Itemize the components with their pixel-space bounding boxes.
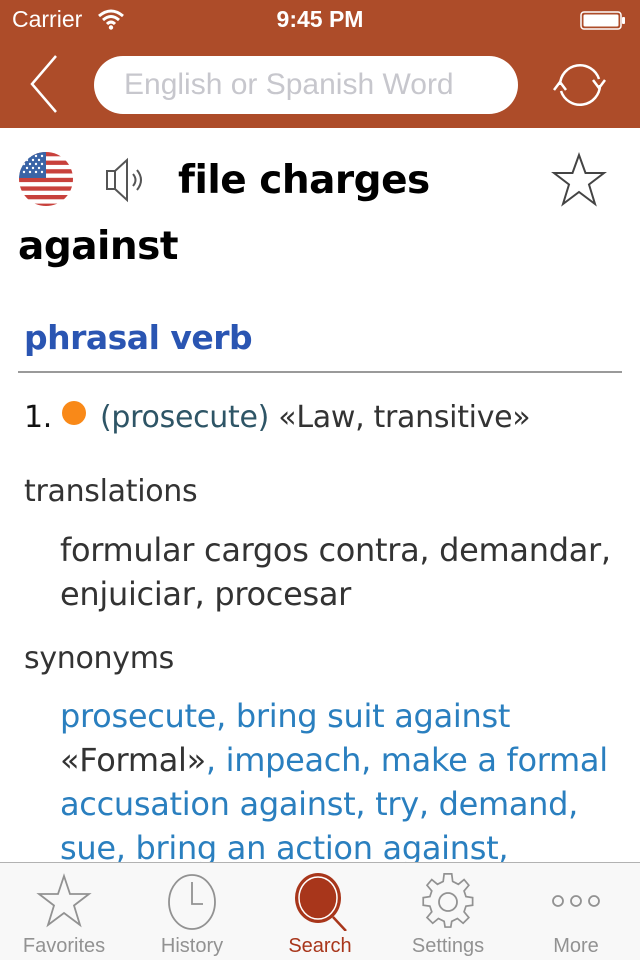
tab-bar: Favorites History Search Settings More: [0, 862, 640, 960]
tab-more[interactable]: More: [512, 863, 640, 960]
gear-icon: [422, 872, 474, 928]
part-of-speech: phrasal verb: [24, 318, 253, 357]
status-bar: Carrier 9:45 PM: [0, 0, 640, 40]
swap-language-button[interactable]: [550, 58, 610, 112]
synonym-links[interactable]: prosecute, bring suit against: [60, 697, 510, 735]
tab-label: Search: [288, 935, 352, 957]
favorite-star-button[interactable]: [550, 152, 608, 208]
navigation-bar: [0, 40, 640, 128]
tab-label: More: [553, 935, 599, 957]
entry-content[interactable]: file charges against phrasal verb 1. (pro…: [0, 128, 640, 862]
translations-title: translations: [24, 474, 198, 509]
sense-gloss: (prosecute): [100, 400, 270, 435]
sense-dot-icon: [62, 401, 87, 425]
synonyms-text[interactable]: prosecute, bring suit against «Formal», …: [60, 694, 620, 862]
tab-favorites[interactable]: Favorites: [0, 863, 128, 960]
sense-number: 1.: [24, 400, 53, 435]
synonyms-title: synonyms: [24, 641, 174, 676]
divider: [18, 371, 622, 373]
tab-label: Settings: [411, 935, 485, 957]
clock-time: 9:45 PM: [276, 6, 364, 32]
tab-label: Favorites: [22, 935, 106, 957]
header-bar: Carrier 9:45 PM: [0, 0, 640, 128]
register-label: «Formal»: [60, 741, 206, 779]
headword: file charges against: [18, 158, 430, 269]
more-icon: [552, 895, 600, 907]
star-icon: [36, 873, 92, 928]
back-button[interactable]: [24, 52, 64, 116]
battery-icon: [580, 11, 625, 30]
tab-history[interactable]: History: [128, 863, 256, 960]
tab-label: History: [160, 935, 224, 957]
search-icon: [295, 873, 347, 931]
translations-text: formular cargos contra, demandar, enjuic…: [60, 531, 611, 613]
tab-search[interactable]: Search: [256, 863, 384, 960]
clock-icon: [168, 874, 216, 930]
sense-line: 1. (prosecute) «Law, transitive»: [24, 400, 531, 435]
search-input[interactable]: [94, 56, 518, 114]
sense-labels: «Law, transitive»: [278, 400, 531, 435]
tab-settings[interactable]: Settings: [384, 863, 512, 960]
